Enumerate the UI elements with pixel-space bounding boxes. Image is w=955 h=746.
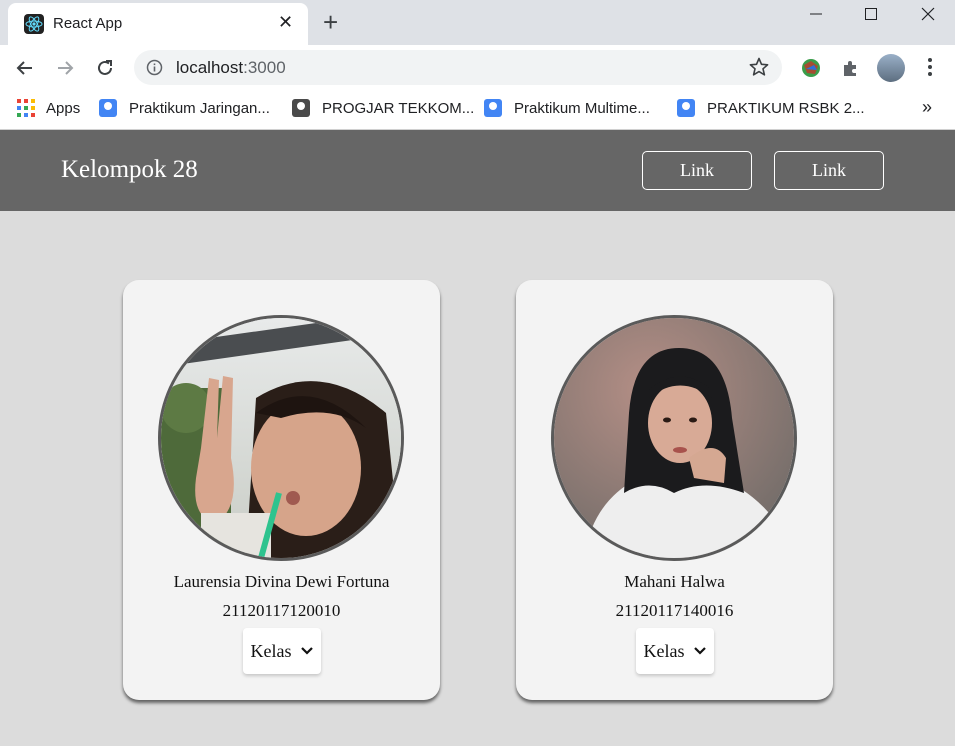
extensions-puzzle-icon[interactable] [838,55,864,81]
browser-toolbar: localhost:3000 [0,45,955,90]
member-photo [551,315,797,561]
member-card: Mahani Halwa 21120117140016 Kelas [516,280,833,700]
more-bookmarks-button[interactable]: » [922,97,932,118]
member-card: Laurensia Divina Dewi Fortuna 2112011712… [123,280,440,700]
classroom-icon [99,99,117,117]
bookmark-apps[interactable]: Apps [17,99,80,117]
member-photo [158,315,404,561]
kelas-select[interactable]: Kelas [636,628,714,674]
browser-tab[interactable]: React App ✕ [8,3,308,45]
reload-icon[interactable] [92,55,118,81]
url-text: localhost:3000 [176,58,286,77]
bookmark-label: PRAKTIKUM RSBK 2... [707,99,865,117]
browser-tab-strip: React App ✕ + [0,0,955,45]
nav-link-1[interactable]: Link [642,151,752,190]
kelas-select[interactable]: Kelas [243,628,321,674]
nav-link-2[interactable]: Link [774,151,884,190]
navbar-brand[interactable]: Kelompok 28 [61,156,198,184]
forward-arrow-icon[interactable] [52,55,78,81]
bookmark-praktikum-jaringan[interactable]: Praktikum Jaringan... [99,99,270,117]
bookmark-label: Apps [46,99,81,117]
close-window-icon[interactable] [902,0,954,28]
bookmarks-bar: Apps Praktikum Jaringan... PROGJAR TEKKO… [0,90,955,130]
classroom-icon [292,99,310,117]
bookmark-star-icon[interactable] [748,56,770,83]
profile-avatar[interactable] [877,54,905,82]
bookmark-label: PROGJAR TEKKOM... [322,99,475,117]
minimize-icon[interactable] [790,0,842,28]
close-tab-icon[interactable]: ✕ [278,12,293,33]
back-arrow-icon[interactable] [12,55,38,81]
member-name: Mahani Halwa [624,572,725,591]
member-nim: 21120117140016 [615,601,734,620]
classroom-icon [677,99,695,117]
bookmark-praktikum-multimedia[interactable]: Praktikum Multime... [484,99,650,117]
new-tab-button[interactable]: + [323,7,338,37]
chevron-down-icon [301,647,314,655]
info-icon[interactable] [146,59,163,81]
classroom-icon [484,99,502,117]
more-options-icon[interactable] [920,55,940,84]
extension-globe-icon[interactable] [798,55,824,81]
bookmark-label: Praktikum Multime... [514,99,650,117]
maximize-icon[interactable] [845,0,897,28]
member-nim: 21120117120010 [222,601,341,620]
bookmark-label: Praktikum Jaringan... [129,99,270,117]
react-icon [24,14,44,34]
bookmark-progjar-tekkom[interactable]: PROGJAR TEKKOM... [292,99,474,117]
address-bar[interactable]: localhost:3000 [134,50,782,85]
apps-grid-icon [17,99,35,117]
select-label: Kelas [643,640,685,661]
member-name: Laurensia Divina Dewi Fortuna [173,572,390,591]
tab-title: React App [53,15,123,32]
bookmark-praktikum-rsbk[interactable]: PRAKTIKUM RSBK 2... [677,99,865,117]
select-label: Kelas [250,640,292,661]
page-navbar: Kelompok 28 Link Link [0,130,955,211]
chevron-down-icon [694,647,707,655]
